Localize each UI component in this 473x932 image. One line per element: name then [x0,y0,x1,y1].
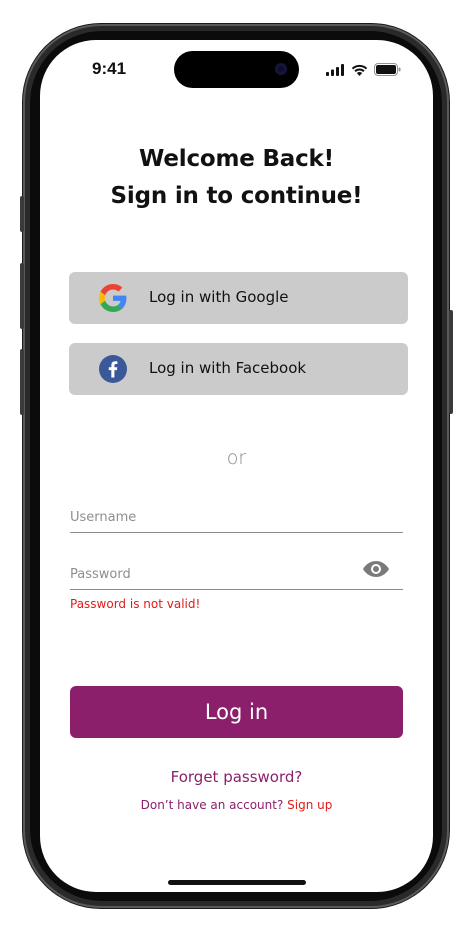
action-button [20,196,24,232]
volume-down-button [20,349,24,415]
wifi-icon [351,64,368,76]
login-button[interactable]: Log in [70,686,403,738]
facebook-login-label: Log in with Facebook [149,359,307,377]
or-divider: or [226,447,247,469]
forgot-password-link[interactable]: Forget password? [40,768,433,786]
power-button [449,310,453,414]
camera-icon [275,63,287,75]
show-password-icon[interactable] [362,559,390,579]
page-title-line1: Welcome Back! [139,146,334,172]
status-icons [326,63,401,76]
password-error-message: Password is not valid! [70,597,201,611]
signup-prompt: Don’t have an account? [140,798,284,812]
facebook-icon [99,355,127,383]
page-title-line2: Sign in to continue! [110,183,363,209]
battery-icon [374,63,401,76]
app-screen: 9:41 Welcome Back! Sign in to continue! [40,40,433,892]
signup-row: Don’t have an account? Sign up [40,798,433,812]
cellular-signal-icon [326,63,344,76]
home-indicator[interactable] [168,880,306,885]
google-login-button[interactable]: Log in with Google [69,272,408,324]
google-login-label: Log in with Google [149,288,289,306]
volume-up-button [20,263,24,329]
password-input[interactable] [70,559,403,590]
dynamic-island [174,51,299,88]
username-input[interactable] [70,502,403,533]
google-icon [99,284,127,312]
facebook-login-button[interactable]: Log in with Facebook [69,343,408,395]
status-time: 9:41 [92,59,127,78]
signup-link[interactable]: Sign up [287,798,332,812]
